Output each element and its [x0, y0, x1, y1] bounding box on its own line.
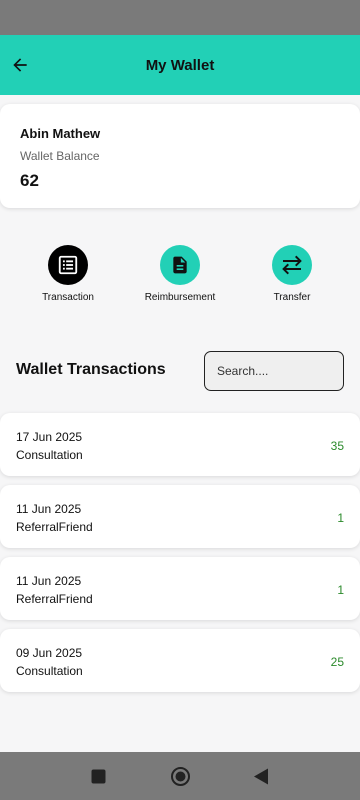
search-input[interactable] [204, 351, 344, 391]
swap-arrows-icon [282, 255, 302, 275]
system-back-button[interactable] [253, 768, 269, 790]
transaction-label: Transaction [42, 292, 94, 303]
reimbursement-icon-circle [160, 245, 200, 285]
transfer-button[interactable]: Transfer [242, 245, 342, 303]
transaction-type: ReferralFriend [16, 520, 93, 534]
transaction-date: 11 Jun 2025 [16, 502, 82, 516]
transaction-item[interactable]: 09 Jun 2025 Consultation 25 [0, 629, 360, 692]
page-title: My Wallet [145, 56, 215, 74]
status-bar [0, 0, 360, 35]
transaction-type: Consultation [16, 664, 83, 678]
list-icon [58, 255, 78, 275]
back-triangle-icon [254, 768, 268, 785]
reimbursement-label: Reimbursement [144, 292, 216, 303]
transaction-amount: 25 [330, 655, 344, 669]
back-button[interactable] [4, 49, 36, 81]
transaction-amount: 1 [337, 511, 344, 525]
wallet-balance-value: 62 [20, 171, 39, 190]
wallet-actions: Transaction Reimbursement Transfer [0, 245, 360, 305]
recent-apps-button[interactable] [91, 769, 106, 789]
wallet-transactions-heading: Wallet Transactions [16, 361, 166, 378]
transaction-button[interactable]: Transaction [18, 245, 118, 303]
recent-apps-icon [91, 769, 106, 784]
transaction-amount: 1 [337, 583, 344, 597]
transaction-item[interactable]: 11 Jun 2025 ReferralFriend 1 [0, 557, 360, 620]
transaction-date: 17 Jun 2025 [16, 430, 83, 444]
reimbursement-button[interactable]: Reimbursement [130, 245, 230, 303]
document-icon [173, 256, 187, 274]
transaction-item[interactable]: 11 Jun 2025 ReferralFriend 1 [0, 485, 360, 548]
app-bar: My Wallet [0, 35, 360, 95]
transaction-type: Consultation [16, 448, 83, 462]
system-navigation-bar [0, 752, 360, 800]
transaction-date: 11 Jun 2025 [16, 574, 82, 588]
transaction-amount: 35 [330, 439, 344, 453]
transfer-label: Transfer [273, 292, 311, 303]
arrow-left-icon [13, 58, 27, 72]
transaction-icon-circle [48, 245, 88, 285]
transaction-type: ReferralFriend [16, 592, 93, 606]
home-button[interactable] [170, 766, 191, 792]
wallet-balance-label: Wallet Balance [20, 149, 100, 163]
wallet-balance-card: Abin Mathew Wallet Balance 62 [0, 104, 360, 208]
transaction-date: 09 Jun 2025 [16, 646, 83, 660]
transfer-icon-circle [272, 245, 312, 285]
home-icon [171, 767, 190, 786]
transaction-item[interactable]: 17 Jun 2025 Consultation 35 [0, 413, 360, 476]
user-name: Abin Mathew [20, 126, 101, 141]
